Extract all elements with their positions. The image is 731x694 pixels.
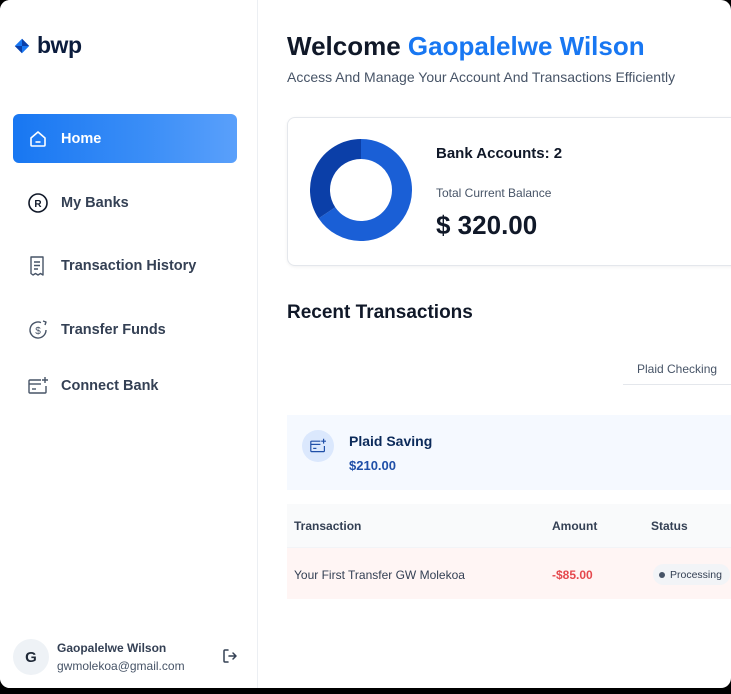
total-balance-card: Bank Accounts: 2 Total Current Balance $… [287,117,731,266]
bank-icon: R [27,192,49,214]
connect-bank-icon [27,375,49,397]
user-name: Gaopalelwe Wilson [57,641,167,655]
sidebar-item-my-banks[interactable]: R My Banks [13,178,237,227]
logo-icon [14,38,30,53]
sidebar: bwp Home R My Banks Transaction History … [0,0,258,688]
sidebar-item-label: Connect Bank [61,377,159,394]
greeting-text: Welcome [287,31,401,61]
account-balance: $210.00 [349,458,396,473]
sidebar-item-transaction-history[interactable]: Transaction History [13,241,237,290]
table-header: Transaction Amount Status [287,504,731,547]
receipt-icon [27,255,49,277]
user-email: gwmolekoa@gmail.com [57,659,185,673]
bank-tabs: Plaid Checking [623,355,731,385]
sidebar-item-label: Home [61,130,102,147]
total-balance-amount: $ 320.00 [436,210,538,240]
svg-text:$: $ [35,326,41,337]
tab-plaid-checking[interactable]: Plaid Checking [623,355,731,376]
logout-icon[interactable] [221,647,241,667]
column-header-transaction: Transaction [294,519,362,533]
page-title: Welcome Gaopalelwe Wilson [287,31,645,62]
bank-account-info[interactable]: Plaid Saving $210.00 [287,415,731,490]
sidebar-item-connect-bank[interactable]: Connect Bank [13,361,237,410]
main-content: Welcome Gaopalelwe Wilson Access And Man… [259,0,731,688]
table-row[interactable]: Your First Transfer GW Molekoa -$85.00 P… [287,547,731,599]
sidebar-item-label: Transaction History [61,257,197,274]
column-header-status: Status [651,519,688,533]
recent-transactions-title: Recent Transactions [287,302,473,323]
sidebar-item-home[interactable]: Home [13,114,237,163]
greeting-user-name: Gaopalelwe Wilson [407,31,645,61]
user-footer: G Gaopalelwe Wilson gwmolekoa@gmail.com [13,637,245,677]
sidebar-item-transfer-funds[interactable]: $ Transfer Funds [13,305,237,354]
home-icon [27,128,49,150]
balance-donut-chart [310,139,412,241]
brand-name: bwp [37,32,82,58]
bank-accounts-count: Bank Accounts: 2 [436,145,563,162]
avatar[interactable]: G [13,639,49,675]
account-name: Plaid Saving [349,433,433,449]
sidebar-item-label: My Banks [61,194,129,211]
sidebar-item-label: Transfer Funds [61,321,166,338]
transaction-amount: -$85.00 [552,568,593,582]
transactions-table: Transaction Amount Status Your First Tra… [287,504,731,599]
total-balance-label: Total Current Balance [436,186,552,200]
app-window: bwp Home R My Banks Transaction History … [0,0,731,688]
bank-card-icon [302,430,334,462]
status-dot-icon [659,571,665,578]
page-subtitle: Access And Manage Your Account And Trans… [287,69,676,85]
money-transfer-icon: $ [27,319,49,341]
status-badge: Processing [653,564,730,585]
column-header-amount: Amount [552,519,598,533]
donut-segment-1 [310,139,362,219]
svg-text:R: R [34,199,42,210]
brand-logo[interactable]: bwp [14,32,82,59]
status-text: Processing [670,568,722,581]
transaction-name: Your First Transfer GW Molekoa [294,568,465,582]
